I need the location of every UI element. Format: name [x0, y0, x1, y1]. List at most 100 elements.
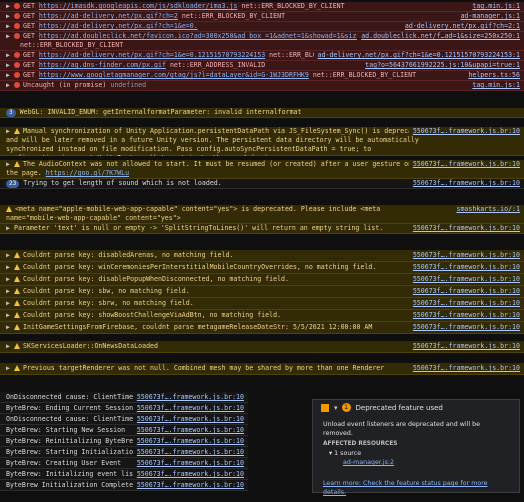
request-url-link[interactable]: https://imasdk.googleapis.com/js/sdkload…: [39, 2, 238, 10]
expand-triangle-icon[interactable]: ▶: [6, 341, 14, 352]
console-log-row[interactable]: ByteBrew Initialization Complete 550673f……: [0, 480, 248, 491]
request-url-link[interactable]: https://ad-delivery.net/px.gif?ch=1&e=0.…: [39, 51, 265, 59]
console-error-row[interactable]: ▶ GET https://imasdk.googleapis.com/js/sd…: [0, 2, 524, 12]
expand-triangle-icon[interactable]: ▶: [6, 12, 14, 21]
source-link[interactable]: 550673f….framework.js.br:10: [132, 458, 244, 468]
console-log-row[interactable]: ByteBrew: Creating User Event 550673f….fr…: [0, 458, 248, 469]
console-error-row[interactable]: ▶ GET https://ad-delivery.net/px.gif?ch=1…: [0, 22, 524, 32]
error-icon: [14, 82, 20, 88]
expand-triangle-icon[interactable]: ▶: [6, 71, 14, 80]
chevron-down-icon[interactable]: ▾: [334, 404, 338, 412]
console-log-row[interactable]: OnDisconnected cause: ClientTimeout 55067…: [0, 392, 248, 403]
expand-triangle-icon[interactable]: ▶: [6, 61, 14, 70]
console-warning-row[interactable]: 3 WebGL: INVALID_ENUM: getInternalformatP…: [0, 108, 524, 118]
source-link[interactable]: ad-manager.js:1: [456, 12, 520, 21]
source-link[interactable]: 550673f….framework.js.br:10: [132, 425, 244, 435]
expand-triangle-icon[interactable]: ▶: [6, 262, 14, 273]
source-link[interactable]: 550673f….framework.js.br:10: [408, 341, 520, 352]
expand-triangle-icon[interactable]: ▶: [6, 286, 14, 297]
source-link[interactable]: 550673f….framework.js.br:10: [408, 224, 520, 233]
console-warning-row[interactable]: ▶ Manual synchronization of Unity Applica…: [0, 127, 524, 156]
expand-triangle-icon[interactable]: ▶: [6, 81, 14, 90]
console-warning-row[interactable]: <meta name="apple-mobile-web-app-capable…: [0, 205, 524, 224]
console-log-row[interactable]: ByteBrew: Reinitializing ByteBrew 550673f…: [0, 436, 248, 447]
request-url-link[interactable]: https://ad-delivery.net/px.gif?ch=1&e=0.: [39, 22, 198, 30]
expand-triangle-icon[interactable]: ▶: [6, 22, 14, 31]
source-link[interactable]: 550673f….framework.js.br:10: [132, 392, 244, 402]
expand-triangle-icon[interactable]: ▶: [6, 32, 14, 41]
expand-triangle-icon[interactable]: ▶: [6, 310, 14, 321]
console-warning-row[interactable]: ▶ Couldnt parse key: sbw, no matching fie…: [0, 286, 524, 298]
sources-toggle[interactable]: ▾ 1 source: [323, 449, 509, 458]
console-log-row[interactable]: ByteBrew: Ending Current Session 550673f……: [0, 403, 248, 414]
source-link[interactable]: 550673f….framework.js.br:10: [408, 262, 520, 273]
console-warning-row[interactable]: ▶ Couldnt parse key: disabledArenas, no m…: [0, 250, 524, 262]
source-link[interactable]: 550673f….framework.js.br:10: [132, 480, 244, 490]
source-link[interactable]: smashkarts.io/:1: [452, 205, 520, 214]
console-warning-row[interactable]: ▶ Couldnt parse key: disablePopupWhenDisc…: [0, 274, 524, 286]
source-link[interactable]: ad-delivery.net/px.gif?ch=1&e=0.12151570…: [313, 51, 520, 60]
source-link[interactable]: 550673f….framework.js.br:10: [408, 179, 520, 188]
console-info-row[interactable]: 23 Trying to get length of sound which is…: [0, 179, 524, 189]
expand-triangle-icon[interactable]: ▶: [6, 274, 14, 285]
source-link[interactable]: tag.min.js:1: [468, 81, 520, 90]
console-warning-row[interactable]: ▶ Previous targetRenderer was not null. C…: [0, 363, 524, 375]
console-warning-row[interactable]: ▶ SKServicesLoader::OnNewsDataLoaded 55067…: [0, 341, 524, 353]
source-link[interactable]: 550673f….framework.js.br:10: [132, 447, 244, 457]
source-link[interactable]: 550673f….framework.js.br:10: [408, 310, 520, 321]
expand-triangle-icon[interactable]: ▶: [6, 250, 14, 261]
source-link[interactable]: 550673f….framework.js.br:10: [408, 286, 520, 297]
expand-triangle-icon[interactable]: ▶: [6, 224, 14, 233]
source-link[interactable]: 550673f….framework.js.br:10: [132, 469, 244, 479]
source-link[interactable]: ad.doubleclick.net/f…ad=1&size=250x250:1: [357, 32, 520, 41]
expand-triangle-icon[interactable]: ▶: [6, 51, 14, 60]
source-link[interactable]: 550673f….framework.js.br:10: [132, 403, 244, 413]
source-link[interactable]: 550673f….framework.js.br:10: [408, 363, 520, 374]
warning-icon: [14, 276, 20, 282]
warning-icon: [14, 365, 20, 371]
expand-triangle-icon[interactable]: ▶: [6, 127, 14, 136]
source-link[interactable]: tag.min.js:1: [468, 2, 520, 11]
source-link[interactable]: ad-delivery.net/px.gif?ch=2:1: [400, 22, 520, 31]
issue-header[interactable]: ▾ 1 Deprecated feature used: [313, 400, 519, 415]
docs-link[interactable]: https://goo.gl/7K7WLu: [46, 169, 129, 177]
expand-triangle-icon[interactable]: ▶: [6, 322, 14, 333]
source-link[interactable]: 550673f….framework.js.br:10: [408, 250, 520, 261]
request-url-link[interactable]: https://ad-delivery.net/px.gif?ch=2: [39, 12, 178, 20]
source-link[interactable]: 550673f….framework.js.br:10: [408, 322, 520, 333]
request-url-link[interactable]: https://ad.doubleclick.net/favicon.ico?a…: [39, 32, 392, 40]
request-url-link[interactable]: https://ag.dns-finder.com/px.gif: [39, 61, 166, 69]
console-error-row[interactable]: ▶ GET https://ad-delivery.net/px.gif?ch=1…: [0, 51, 524, 61]
learn-more-link[interactable]: Learn more: Check the feature status pag…: [323, 479, 509, 497]
console-warning-row[interactable]: ▶ Parameter 'text' is null or empty -> 'S…: [0, 224, 524, 234]
console-warning-row[interactable]: ▶ The AudioContext was not allowed to sta…: [0, 160, 524, 179]
console-error-row[interactable]: ▶ GET https://www.googletagmanager.com/gt…: [0, 71, 524, 81]
request-url-link[interactable]: https://www.googletagmanager.com/gtag/js…: [39, 71, 309, 79]
expand-triangle-icon[interactable]: ▶: [6, 160, 14, 169]
source-link[interactable]: tag?o=56437661992225.js:10&upapi=true:1: [361, 61, 520, 70]
console-error-row[interactable]: ▶ GET https://ad.doubleclick.net/favicon.…: [0, 32, 524, 41]
expand-triangle-icon[interactable]: ▶: [6, 363, 14, 374]
console-error-row[interactable]: ▶ GET https://ad-delivery.net/px.gif?ch=2…: [0, 12, 524, 22]
source-link[interactable]: helpers.ts:56: [464, 71, 520, 80]
source-link[interactable]: 550673f….framework.js.br:10: [408, 298, 520, 309]
source-link[interactable]: 550673f….framework.js.br:10: [408, 160, 520, 169]
console-log-row[interactable]: ByteBrew: Starting New Session 550673f….f…: [0, 425, 248, 436]
source-link[interactable]: 550673f….framework.js.br:10: [132, 436, 244, 446]
source-file-link[interactable]: ad-manager.js:2: [323, 458, 509, 467]
console-warning-row[interactable]: ▶ Couldnt parse key: sbrw, no matching fi…: [0, 298, 524, 310]
console-error-row[interactable]: ▶ GET https://ag.dns-finder.com/px.gif ne…: [0, 61, 524, 71]
expand-triangle-icon[interactable]: ▶: [6, 2, 14, 11]
console-warning-row[interactable]: ▶ Couldnt parse key: showBoostChallengeVi…: [0, 310, 524, 322]
console-warning-row[interactable]: ▶ InitGameSettingsFromFirebase, couldnt p…: [0, 322, 524, 334]
source-link[interactable]: 550673f….framework.js.br:10: [408, 274, 520, 285]
console-error-row[interactable]: ▶ Uncaught (in promise) undefined tag.min.…: [0, 81, 524, 91]
console-log-row[interactable]: ByteBrew: Initializing event listeners 55…: [0, 469, 248, 480]
console-log-row[interactable]: OnDisconnected cause: ClientTimeout 55067…: [0, 414, 248, 425]
console-warning-row[interactable]: ▶ Couldnt parse key: winCeremoniesPerInte…: [0, 262, 524, 274]
expand-triangle-icon[interactable]: ▶: [6, 298, 14, 309]
console-log-row[interactable]: ByteBrew: Starting Initialization 550673f…: [0, 447, 248, 458]
source-link[interactable]: 550673f….framework.js.br:10: [408, 127, 520, 136]
source-link[interactable]: 550673f….framework.js.br:10: [132, 414, 244, 424]
bytebrew-log-panel: OnDisconnected cause: ClientTimeout 55067…: [0, 392, 248, 491]
